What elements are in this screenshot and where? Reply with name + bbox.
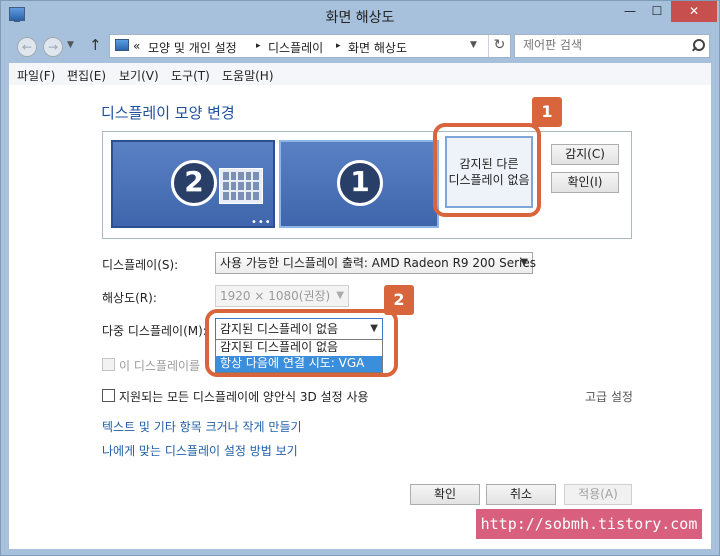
ok-button[interactable]: 확인 bbox=[410, 484, 480, 505]
up-arrow-icon[interactable]: ↑ bbox=[89, 36, 102, 54]
address-overflow-chevron[interactable]: « bbox=[133, 39, 140, 53]
watermark: http://sobmh.tistory.com bbox=[476, 509, 702, 539]
display-select-value: 사용 가능한 디스플레이 출력: AMD Radeon R9 200 Serie… bbox=[220, 256, 536, 270]
address-bar[interactable]: « 모양 및 개인 설정 ▸ 디스플레이 ▸ 화면 해상도 ▼ ↻ bbox=[109, 34, 511, 58]
search-input[interactable] bbox=[523, 38, 683, 52]
window-title: 화면 해상도 bbox=[325, 10, 395, 26]
text-size-link[interactable]: 텍스트 및 기타 항목 크거나 작게 만들기 bbox=[102, 418, 302, 435]
monitor-number-badge: 2 bbox=[171, 160, 217, 206]
close-button[interactable]: ✕ bbox=[671, 1, 717, 22]
menu-file[interactable]: 파일(F) bbox=[17, 67, 55, 84]
monitor-1-tile[interactable]: 1 bbox=[279, 140, 439, 228]
search-box[interactable] bbox=[514, 34, 710, 58]
breadcrumb-screen-resolution[interactable]: 화면 해상도 bbox=[348, 39, 407, 56]
monitor-2-tile[interactable]: 2 ••• bbox=[111, 140, 275, 228]
minimize-button[interactable]: — bbox=[617, 1, 643, 22]
advanced-settings-link[interactable]: 고급 설정 bbox=[585, 388, 633, 405]
menu-bar: 파일(F) 편집(E) 보기(V) 도구(T) 도움말(H) bbox=[9, 63, 711, 85]
callout-number-badge-1: 1 bbox=[532, 97, 562, 127]
more-dots-icon: ••• bbox=[251, 217, 272, 228]
monitor-number-badge: 1 bbox=[337, 160, 383, 206]
navigation-bar: ← → ▼ ↑ « 모양 및 개인 설정 ▸ 디스플레이 ▸ 화면 해상도 ▼ … bbox=[9, 32, 711, 60]
control-panel-icon bbox=[115, 39, 129, 51]
main-display-checkbox-label: 이 디스플레이를 bbox=[119, 359, 201, 373]
resolution-select-value: 1920 × 1080(권장) bbox=[220, 289, 331, 303]
breadcrumb-personalization[interactable]: 모양 및 개인 설정 bbox=[148, 39, 237, 56]
menu-view[interactable]: 보기(V) bbox=[119, 67, 159, 84]
stereo-3d-checkbox-label: 지원되는 모든 디스플레이에 양안식 3D 설정 사용 bbox=[119, 390, 369, 404]
menu-edit[interactable]: 편집(E) bbox=[67, 67, 106, 84]
search-icon[interactable] bbox=[691, 39, 705, 53]
main-display-checkbox[interactable] bbox=[102, 358, 115, 371]
maximize-button[interactable]: ☐ bbox=[644, 1, 670, 22]
forward-button[interactable]: → bbox=[43, 37, 63, 57]
resolution-label: 해상도(R): bbox=[102, 291, 157, 305]
chevron-down-icon: ▼ bbox=[336, 290, 344, 301]
resolution-select[interactable]: 1920 × 1080(권장) ▼ bbox=[215, 285, 349, 307]
recent-pages-chevron-icon[interactable]: ▼ bbox=[67, 40, 74, 50]
keypad-grid-icon bbox=[219, 168, 263, 204]
breadcrumb-separator-icon[interactable]: ▸ bbox=[336, 41, 341, 51]
refresh-button[interactable]: ↻ bbox=[488, 35, 510, 57]
window-frame: 화면 해상도 — ☐ ✕ ← → ▼ ↑ « 모양 및 개인 설정 ▸ 디스플레… bbox=[0, 0, 720, 556]
callout-highlight-1 bbox=[433, 123, 541, 217]
callout-number-badge-2: 2 bbox=[384, 285, 414, 315]
monitor-arrangement-area: 2 ••• 1 감지된 다른 디스플레이 없음 감지(C) 확인(I) bbox=[102, 131, 632, 239]
callout-highlight-2 bbox=[205, 309, 398, 377]
page-title: 디스플레이 모양 변경 bbox=[101, 104, 235, 122]
breadcrumb-separator-icon[interactable]: ▸ bbox=[256, 41, 261, 51]
stereo-3d-checkbox[interactable] bbox=[102, 389, 115, 402]
detect-button[interactable]: 감지(C) bbox=[551, 144, 619, 165]
cancel-button[interactable]: 취소 bbox=[486, 484, 556, 505]
multi-display-label: 다중 디스플레이(M): bbox=[102, 324, 207, 338]
display-help-link[interactable]: 나에게 맞는 디스플레이 설정 방법 보기 bbox=[102, 442, 298, 459]
back-button[interactable]: ← bbox=[17, 37, 37, 57]
breadcrumb-display[interactable]: 디스플레이 bbox=[268, 39, 323, 56]
identify-button[interactable]: 확인(I) bbox=[551, 172, 619, 193]
menu-help[interactable]: 도움말(H) bbox=[222, 67, 274, 84]
menu-tools[interactable]: 도구(T) bbox=[171, 67, 210, 84]
display-select[interactable]: 사용 가능한 디스플레이 출력: AMD Radeon R9 200 Serie… bbox=[215, 252, 536, 274]
apply-button[interactable]: 적용(A) bbox=[564, 484, 632, 505]
address-dropdown-chevron-icon[interactable]: ▼ bbox=[470, 40, 477, 50]
title-bar: 화면 해상도 — ☐ ✕ bbox=[1, 1, 719, 31]
chevron-down-icon: ▼ bbox=[520, 257, 528, 268]
display-label: 디스플레이(S): bbox=[102, 258, 179, 272]
